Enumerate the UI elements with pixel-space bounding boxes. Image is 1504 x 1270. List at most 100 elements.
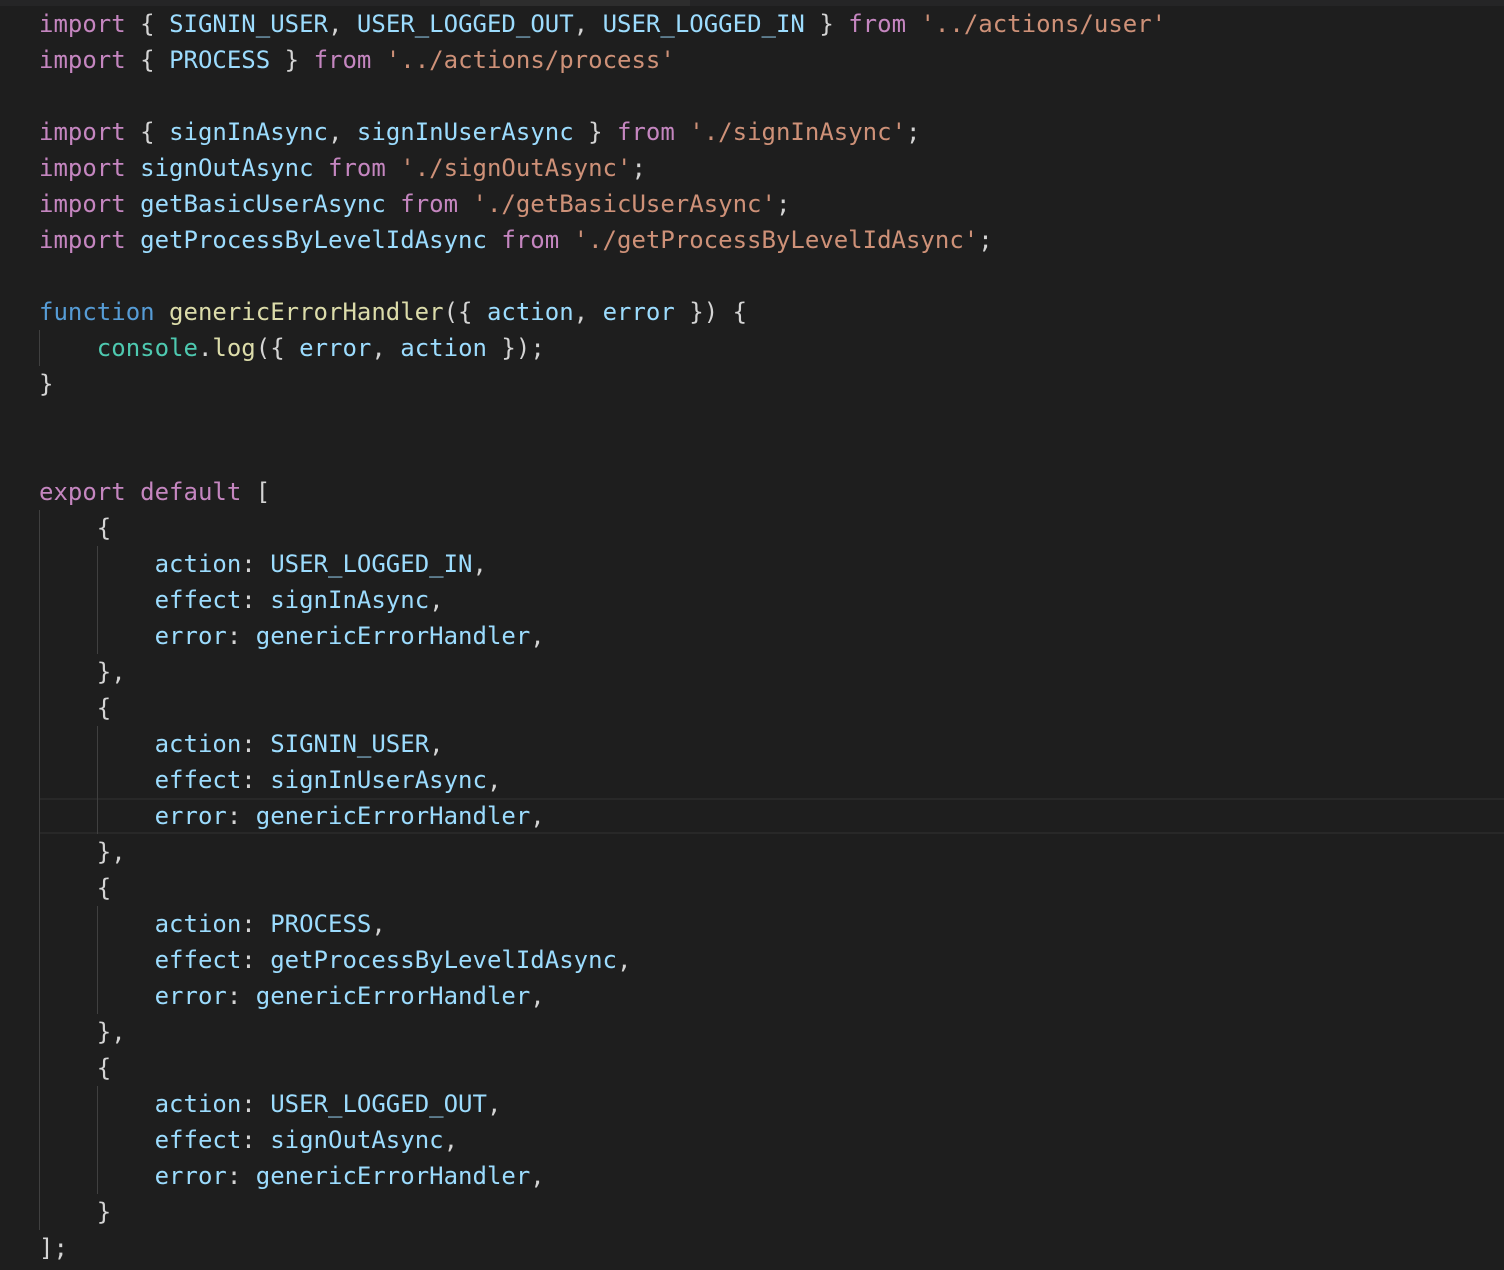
code-line[interactable] [39,402,1166,438]
code-line[interactable]: action: USER_LOGGED_OUT, [39,1086,1166,1122]
code-line[interactable]: ]; [39,1230,1166,1266]
code-line[interactable]: }, [39,654,1166,690]
code-token: '../actions/process' [385,46,675,74]
code-token: import [39,46,126,74]
code-line[interactable]: import getProcessByLevelIdAsync from './… [39,222,1166,258]
code-token: from [848,10,907,38]
code-line[interactable]: error: genericErrorHandler, [39,978,1166,1014]
code-token: { [39,694,112,722]
code-token: }, [39,838,126,866]
code-editor[interactable]: import { SIGNIN_USER, USER_LOGGED_OUT, U… [0,0,1504,1270]
code-line[interactable]: effect: getProcessByLevelIdAsync, [39,942,1166,978]
code-line[interactable] [39,78,1166,114]
code-line[interactable]: { [39,510,1166,546]
code-line[interactable]: import signOutAsync from './signOutAsync… [39,150,1166,186]
code-line[interactable]: { [39,1050,1166,1086]
code-token: getProcessByLevelIdAsync [140,226,487,254]
code-token: : [241,586,271,614]
code-line[interactable]: { [39,870,1166,906]
code-token: signInUserAsync [356,118,574,146]
code-line[interactable]: effect: signOutAsync, [39,1122,1166,1158]
code-token: } [573,118,618,146]
code-token: import [39,154,126,182]
code-token: : [241,730,271,758]
code-token: { [39,874,112,902]
code-line[interactable]: function genericErrorHandler({ action, e… [39,294,1166,330]
code-token: './signInAsync' [689,118,907,146]
code-token: error [154,1162,227,1190]
code-line[interactable] [39,258,1166,294]
code-line[interactable]: error: genericErrorHandler, [39,1158,1166,1194]
code-line[interactable]: action: USER_LOGGED_IN, [39,546,1166,582]
code-line[interactable]: action: SIGNIN_USER, [39,726,1166,762]
code-line[interactable]: import { signInAsync, signInUserAsync } … [39,114,1166,150]
code-token: genericErrorHandler [255,622,531,650]
code-line[interactable]: effect: signInAsync, [39,582,1166,618]
code-token: './getBasicUserAsync' [472,190,776,218]
code-token: } [39,1198,112,1226]
code-token: ({ [443,298,487,326]
code-token: , [530,622,545,650]
code-line[interactable]: export default [ [39,474,1166,510]
code-token: signInAsync [270,586,430,614]
code-token: }, [39,1018,126,1046]
code-line[interactable]: } [39,366,1166,402]
code-token: getProcessByLevelIdAsync [270,946,617,974]
code-token: , [530,1162,545,1190]
code-token: effect [154,1126,242,1154]
code-token: , [530,802,545,830]
code-token: : [241,766,271,794]
code-token: error [299,334,372,362]
code-token: : [241,1090,271,1118]
code-line[interactable]: import { SIGNIN_USER, USER_LOGGED_OUT, U… [39,6,1166,42]
code-line[interactable]: }, [39,834,1166,870]
code-line[interactable]: console.log({ error, action }); [39,330,1166,366]
code-line[interactable]: import getBasicUserAsync from './getBasi… [39,186,1166,222]
code-token: }) { [674,298,748,326]
code-token: }); [486,334,545,362]
code-token: } [39,370,54,398]
code-token: import [39,118,126,146]
code-text[interactable]: import { SIGNIN_USER, USER_LOGGED_OUT, U… [39,6,1166,1266]
code-token: ; [631,154,646,182]
code-line[interactable] [39,438,1166,474]
code-token: , [328,10,357,38]
code-line[interactable]: error: genericErrorHandler, [39,618,1166,654]
code-token: ]; [39,1234,68,1262]
code-line[interactable]: }, [39,1014,1166,1050]
code-token: : [241,550,271,578]
code-token: effect [154,586,242,614]
code-token: function [39,298,155,326]
code-token: from [313,46,372,74]
code-line[interactable]: { [39,690,1166,726]
code-token: error [154,802,227,830]
code-token: { [39,1054,112,1082]
code-token: , [573,298,603,326]
code-token: log [212,334,256,362]
code-token: import [39,190,126,218]
code-token: export [39,478,126,506]
code-token: './getProcessByLevelIdAsync' [573,226,979,254]
code-token: action [400,334,487,362]
code-token: from [501,226,560,254]
code-line[interactable]: error: genericErrorHandler, [39,798,1166,834]
code-token: { [125,118,170,146]
code-line[interactable]: } [39,1194,1166,1230]
code-line[interactable]: effect: signInUserAsync, [39,762,1166,798]
code-token: SIGNIN_USER [169,10,329,38]
code-line[interactable]: action: PROCESS, [39,906,1166,942]
code-line[interactable]: import { PROCESS } from '../actions/proc… [39,42,1166,78]
code-token: getBasicUserAsync [140,190,386,218]
